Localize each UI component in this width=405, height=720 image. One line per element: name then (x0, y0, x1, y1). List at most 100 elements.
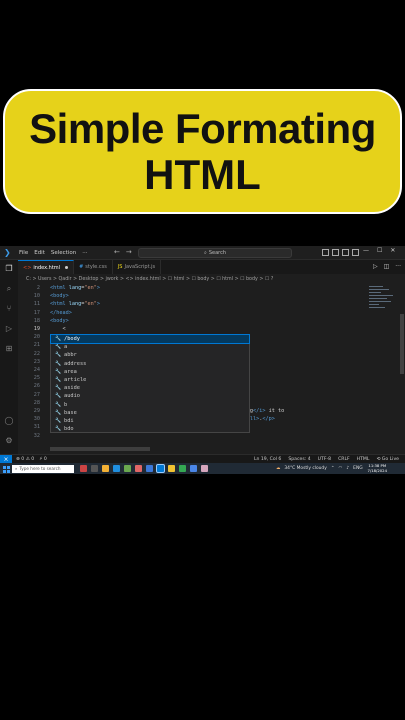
split-editor-icon[interactable]: ◫ (384, 263, 390, 270)
code-text: <html lang="en"> (50, 285, 100, 291)
tab-javascript-js[interactable]: JS JavaScript.js (113, 260, 162, 274)
tab-style-css[interactable]: # style.css (74, 260, 113, 274)
suggestion-item[interactable]: 🔧 bdi (51, 417, 249, 425)
code-text: </head> (50, 309, 72, 316)
command-search-box[interactable]: ⌕ Search (138, 248, 292, 258)
task-view-icon[interactable] (91, 465, 98, 472)
suggestion-item[interactable]: 🔧 base (51, 409, 249, 417)
suggestion-label: aside (64, 385, 80, 392)
line-number: 10 (33, 293, 40, 300)
wrench-icon: 🔧 (55, 401, 62, 408)
suggestion-label: b (64, 401, 68, 408)
scrollbar-thumb[interactable] (400, 314, 404, 374)
menu-more[interactable]: ··· (82, 250, 87, 256)
minimap[interactable] (366, 284, 397, 459)
app-icon[interactable] (135, 465, 142, 472)
source-control-icon[interactable]: ⑂ (4, 304, 14, 314)
suggestion-label: audio (64, 393, 80, 400)
taskbar-apps (80, 464, 208, 473)
weather-text[interactable]: 34°C Mostly cloudy (284, 466, 326, 471)
close-icon[interactable]: ✕ (390, 247, 395, 254)
language-indicator[interactable]: ENG (353, 466, 362, 471)
maximize-icon[interactable]: ☐ (377, 247, 382, 254)
cursor-position[interactable]: Ln 19, Col 6 (254, 457, 281, 462)
app-icon[interactable] (146, 465, 153, 472)
suggestion-item[interactable]: 🔧 b (51, 401, 249, 409)
code-line[interactable]: 10 <body> (18, 292, 366, 300)
ports-count[interactable]: ⚡ 0 (39, 457, 47, 462)
manage-gear-icon[interactable]: ⚙ (4, 436, 14, 446)
suggestion-item[interactable]: 🔧/body (50, 333, 250, 345)
code-line[interactable]: 17 </head> (18, 309, 366, 317)
banner-title-line2: HTML (144, 150, 261, 198)
suggestion-label: area (64, 368, 77, 375)
app-thumbnail-icon[interactable] (80, 465, 87, 472)
tab-index-html[interactable]: <> index.html (18, 260, 75, 274)
account-icon[interactable]: ◯ (4, 416, 14, 426)
search-label: Search (208, 250, 226, 256)
wrench-icon: 🔧 (55, 393, 62, 400)
code-line[interactable]: 19 < (18, 325, 366, 333)
windows-start-icon[interactable] (0, 464, 10, 474)
horizontal-scrollbar[interactable] (50, 447, 150, 451)
file-explorer-icon[interactable] (102, 465, 109, 472)
banner-title-line1: Simple Formating (29, 104, 376, 152)
customize-layout-icon[interactable] (352, 249, 359, 256)
code-line[interactable]: 18 <body> (18, 317, 366, 325)
vscode-window: ❯ File Edit Selection ··· ←→ ⌕ Search — … (0, 246, 405, 474)
run-debug-icon[interactable]: ▷ (4, 324, 14, 334)
vscode-taskbar-icon[interactable] (156, 464, 165, 473)
chrome-icon[interactable] (179, 465, 186, 472)
code-line[interactable]: 11 <html lang="en"> (18, 300, 366, 308)
line-number: 23 (33, 358, 40, 365)
app-icon[interactable] (201, 465, 208, 472)
encoding[interactable]: UTF-8 (318, 457, 331, 462)
unsaved-dot-icon[interactable] (65, 266, 69, 269)
store-icon[interactable] (124, 465, 131, 472)
suggestion-item[interactable]: 🔧 bdo (51, 425, 249, 433)
line-number: 29 (33, 408, 40, 414)
breadcrumb[interactable]: C: > Users > Qadir > Desktop > jwork > <… (18, 275, 405, 284)
problems-count[interactable]: ⊗ 0 ⚠ 0 (16, 457, 34, 462)
vertical-scrollbar[interactable] (399, 284, 405, 459)
indentation[interactable]: Spaces: 4 (288, 457, 310, 462)
edge-icon[interactable] (113, 465, 120, 472)
app-icon[interactable] (168, 465, 175, 472)
tray-chevron-icon[interactable]: ⌃ (331, 466, 335, 471)
toggle-secondary-sidebar-icon[interactable] (342, 249, 349, 256)
taskbar-search-input[interactable]: ⌕ Type here to search (12, 464, 74, 473)
suggestion-item[interactable]: 🔧 audio (51, 392, 249, 400)
volume-icon[interactable]: ♪ (346, 466, 349, 471)
code-text: <html lang="en"> (50, 301, 100, 308)
network-icon[interactable]: ◠ (339, 466, 343, 471)
app-icon[interactable] (190, 465, 197, 472)
suggestion-item[interactable]: 🔧 a (51, 343, 249, 351)
menu-selection[interactable]: Selection (51, 250, 76, 256)
extensions-icon[interactable]: ⊞ (4, 344, 14, 354)
activity-bar: ❐ ⌕ ⑂ ▷ ⊞ ◯ ⚙ (0, 260, 18, 459)
menu-edit[interactable]: Edit (34, 250, 45, 256)
suggestion-label: base (64, 409, 77, 416)
line-ending[interactable]: CRLF (338, 457, 350, 462)
code-line[interactable]: 2 <html lang="en"> (18, 284, 366, 292)
explorer-icon[interactable]: ❐ (4, 264, 14, 274)
taskbar-clock[interactable]: 11:38 PM 7/18/2024 (368, 463, 387, 473)
more-actions-icon[interactable]: ··· (395, 263, 401, 270)
toggle-panel-icon[interactable] (332, 249, 339, 256)
run-icon[interactable]: ▷ (373, 263, 378, 270)
go-live-button[interactable]: ⟲ Go Live (376, 457, 399, 462)
suggestion-item[interactable]: 🔧 area (51, 368, 249, 376)
toggle-sidebar-icon[interactable] (322, 249, 329, 256)
minimize-icon[interactable]: — (363, 247, 369, 254)
language-mode[interactable]: HTML (357, 457, 370, 462)
suggestion-item[interactable]: 🔧 aside (51, 384, 249, 392)
menu-file[interactable]: File (19, 250, 28, 256)
suggestion-item[interactable]: 🔧 address (51, 360, 249, 368)
suggestion-item[interactable]: 🔧 article (51, 376, 249, 384)
nav-arrows[interactable]: ←→ (114, 248, 138, 256)
search-icon: ⌕ (204, 250, 207, 256)
search-view-icon[interactable]: ⌕ (4, 284, 14, 294)
suggestion-widget[interactable]: 🔧/body 🔧 a 🔧 abbr 🔧 address 🔧 area 🔧 article 🔧 aside… (50, 333, 250, 433)
line-number: 30 (33, 416, 40, 423)
suggestion-item[interactable]: 🔧 abbr (51, 351, 249, 359)
